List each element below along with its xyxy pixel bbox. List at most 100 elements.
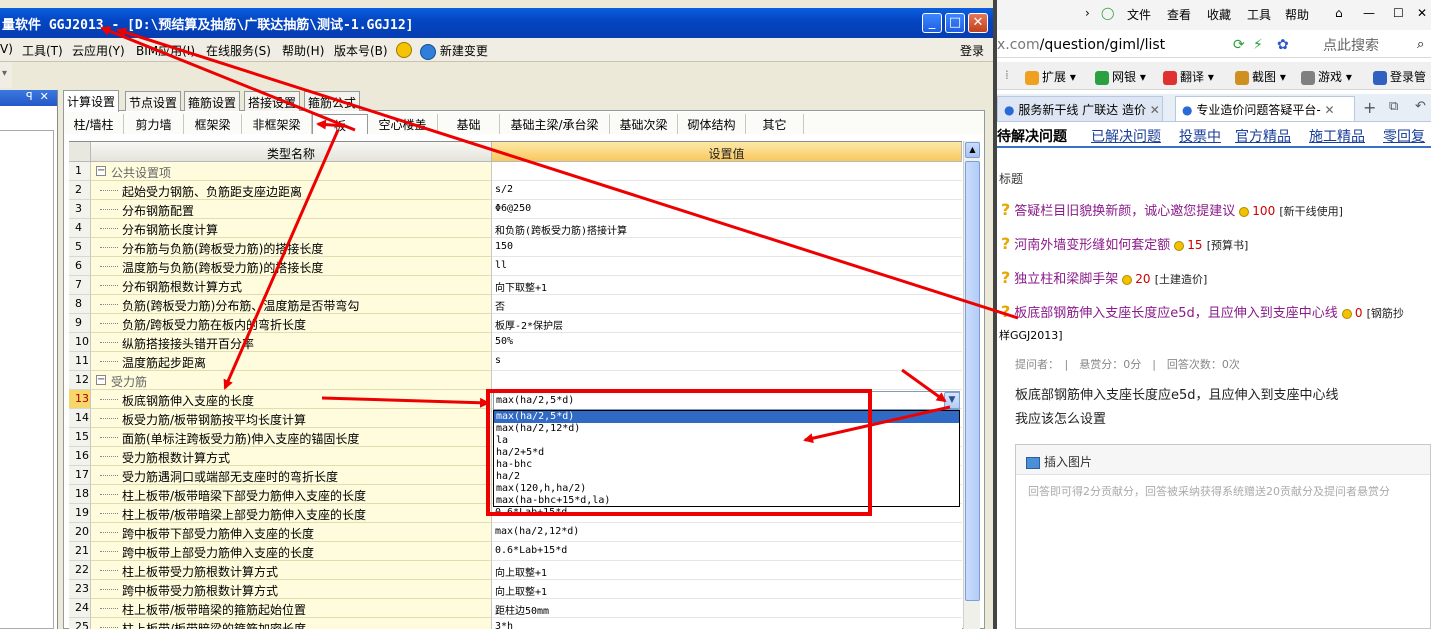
close-button[interactable]: ✕	[968, 13, 988, 33]
pin-icon[interactable]: ꟼ	[26, 90, 33, 103]
setting-value[interactable]: 向下取整+1	[492, 276, 962, 295]
scroll-thumb[interactable]	[965, 161, 980, 601]
subtab-foundation-secondary-beam[interactable]: 基础次梁	[610, 114, 678, 134]
setting-value[interactable]	[492, 371, 962, 390]
menu-cloud[interactable]: 云应用(Y)	[72, 42, 125, 59]
table-row[interactable]: 7 分布钢筋根数计算方式 向下取整+1	[69, 276, 962, 295]
menu-version[interactable]: 版本号(B)	[334, 42, 388, 59]
setting-value[interactable]: 向上取整+1	[492, 580, 962, 599]
table-row[interactable]: 2 起始受力钢筋、负筋距支座边距离 s/2	[69, 181, 962, 200]
question-link[interactable]: 河南外墙变形缝如何套定额	[1014, 238, 1170, 253]
table-row[interactable]: 5 分布筋与负筋(跨板受力筋)的搭接长度 150	[69, 238, 962, 257]
user-icon[interactable]: ◯	[1101, 6, 1114, 20]
table-row[interactable]: 1− 公共设置项	[69, 162, 962, 181]
subtab-other[interactable]: 其它	[746, 114, 804, 134]
collapse-icon[interactable]: −	[96, 166, 106, 176]
table-row[interactable]: 3 分布钢筋配置 Φ6@250	[69, 200, 962, 219]
menu-view[interactable]: V)	[0, 42, 13, 56]
list-item[interactable]: ? 独立柱和梁脚手架 20 [土建造价]	[1001, 268, 1207, 288]
table-row[interactable]: 22 柱上板带受力筋根数计算方式 向上取整+1	[69, 561, 962, 580]
subtab-foundation-main-beam[interactable]: 基础主梁/承台梁	[500, 114, 610, 134]
nav-official-picks[interactable]: 官方精品	[1235, 126, 1291, 146]
chevron-right-icon[interactable]: ›	[1085, 6, 1090, 20]
chevron-down-icon[interactable]: ▾	[2, 68, 7, 79]
dropdown-option[interactable]: max(120,h,ha/2)	[494, 483, 959, 495]
setting-value[interactable]: max(ha/2,12*d)	[492, 523, 962, 542]
maximize-icon[interactable]: ☐	[1393, 6, 1404, 20]
subtab-hollow-floor[interactable]: 空心楼盖	[368, 114, 438, 134]
dropdown-option[interactable]: max(ha/2,5*d)	[494, 411, 959, 423]
emoji-icon[interactable]	[396, 42, 412, 58]
nav-solved[interactable]: 已解决问题	[1091, 126, 1161, 146]
table-row[interactable]: 9 负筋/跨板受力筋在板内的弯折长度 板厚-2*保护层	[69, 314, 962, 333]
subtab-slab[interactable]: 板	[312, 114, 368, 134]
table-row[interactable]: 4 分布钢筋长度计算 和负筋(跨板受力筋)搭接计算	[69, 219, 962, 238]
dropdown-option[interactable]: max(ha/2,12*d)	[494, 423, 959, 435]
subtab-column[interactable]: 柱/墙柱	[64, 114, 124, 134]
setting-value[interactable]: Φ6@250	[492, 200, 962, 219]
browser-tab-service[interactable]: ● 服务新干线 广联达 造价 ✕	[997, 96, 1163, 121]
setting-value[interactable]: 150	[492, 238, 962, 257]
grid-scrollbar[interactable]: ▲	[963, 141, 980, 629]
dropdown-option[interactable]: ha/2+5*d	[494, 447, 959, 459]
menu-tools[interactable]: 工具(T)	[22, 42, 63, 59]
menu-help[interactable]: 帮助(H)	[282, 42, 324, 59]
browser-tab-qa[interactable]: ● 专业造价问题答疑平台- ✕	[1175, 96, 1355, 121]
value-combo-box[interactable]: max(ha/2,5*d)	[493, 391, 960, 410]
browser-menu-tools[interactable]: 工具	[1247, 6, 1271, 23]
tab-stirrup-formula[interactable]: 箍筋公式	[304, 91, 361, 111]
toolbar-extensions[interactable]: 扩展 ▾	[1025, 68, 1076, 85]
refresh-icon[interactable]: ⟳	[1233, 37, 1245, 53]
dropdown-option[interactable]: max(ha-bhc+15*d,la)	[494, 495, 959, 507]
close-icon[interactable]: ✕	[1417, 6, 1427, 20]
list-item[interactable]: ? 河南外墙变形缝如何套定额 15 [预算书]	[1001, 234, 1248, 254]
setting-value[interactable]: s/2	[492, 181, 962, 200]
subtab-frame-beam[interactable]: 框架梁	[184, 114, 242, 134]
insert-image-button[interactable]: 插入图片	[1044, 455, 1092, 469]
lightning-icon[interactable]: ⚡	[1253, 37, 1263, 53]
toolbar-translate[interactable]: 翻译 ▾	[1163, 68, 1214, 85]
table-row[interactable]: 8 负筋(跨板受力筋)分布筋、温度筋是否带弯勾 否	[69, 295, 962, 314]
question-link[interactable]: 板底部钢筋伸入支座长度应e5d，且应伸入到支座中心线	[1014, 306, 1338, 321]
setting-value[interactable]: 板厚-2*保护层	[492, 314, 962, 333]
setting-value[interactable]: 和负筋(跨板受力筋)搭接计算	[492, 219, 962, 238]
tab-close-icon[interactable]: ✕	[1150, 103, 1160, 117]
minimize-button[interactable]: _	[922, 13, 942, 33]
nav-voting[interactable]: 投票中	[1179, 126, 1221, 146]
value-dropdown-list[interactable]: max(ha/2,5*d) max(ha/2,12*d) la ha/2+5*d ha-…	[493, 410, 960, 507]
setting-value[interactable]: 否	[492, 295, 962, 314]
nav-construction-picks[interactable]: 施工精品	[1309, 126, 1365, 146]
setting-value[interactable]: 0.6*Lab+15*d	[492, 542, 962, 561]
list-item[interactable]: ? 板底部钢筋伸入支座长度应e5d，且应伸入到支座中心线 0 [钢筋抄	[1001, 302, 1404, 322]
question-link[interactable]: 独立柱和梁脚手架	[1014, 272, 1118, 287]
tab-stirrup-settings[interactable]: 箍筋设置	[184, 91, 241, 111]
question-link[interactable]: 答疑栏目旧貌换新颜，诚心邀您提建议	[1014, 204, 1235, 219]
browser-menu-file[interactable]: 文件	[1127, 6, 1151, 23]
browser-menu-view[interactable]: 查看	[1167, 6, 1191, 23]
dropdown-option[interactable]: ha/2	[494, 471, 959, 483]
tab-close-icon[interactable]: ✕	[1324, 103, 1334, 117]
menu-online-service[interactable]: 在线服务(S)	[206, 42, 271, 59]
table-row[interactable]: 10 纵筋搭接接头错开百分率 50%	[69, 333, 962, 352]
table-row[interactable]: 11 温度筋起步距离 s	[69, 352, 962, 371]
search-icon[interactable]: ⌕	[1417, 37, 1424, 52]
shirt-icon[interactable]: ⌂	[1335, 6, 1343, 20]
address-bar[interactable]: x.com/question/giml/list ⟳ ⚡ ✿ 点此搜索 ⌕	[997, 32, 1431, 58]
table-row[interactable]: 25 柱上板带/板带暗梁的箍筋加密长度 3*h	[69, 618, 962, 629]
dropdown-option[interactable]: ha-bhc	[494, 459, 959, 471]
subtab-nonframe-beam[interactable]: 非框架梁	[242, 114, 312, 134]
toolbar-ebank[interactable]: 网银 ▾	[1095, 68, 1146, 85]
tab-calc-settings[interactable]: 计算设置	[63, 90, 120, 112]
restore-tab-icon[interactable]: ⧉	[1389, 99, 1398, 114]
chevron-down-icon[interactable]: ▼	[944, 392, 960, 409]
collapse-icon[interactable]: −	[96, 375, 106, 385]
table-row[interactable]: 12− 受力筋	[69, 371, 962, 390]
login-link[interactable]: 登录	[960, 42, 984, 59]
subtab-shear-wall[interactable]: 剪力墙	[124, 114, 184, 134]
maximize-button[interactable]: □	[945, 13, 965, 33]
answer-input[interactable]: 回答即可得2分贡献分，回答被采纳获得系统赠送20贡献分及提问者悬赏分	[1016, 475, 1430, 499]
table-row[interactable]: 23 跨中板带受力筋根数计算方式 向上取整+1	[69, 580, 962, 599]
tab-node-settings[interactable]: 节点设置	[125, 91, 182, 111]
table-row[interactable]: 24 柱上板带/板带暗梁的箍筋起始位置 距柱边50mm	[69, 599, 962, 618]
minimize-icon[interactable]: —	[1363, 6, 1375, 20]
